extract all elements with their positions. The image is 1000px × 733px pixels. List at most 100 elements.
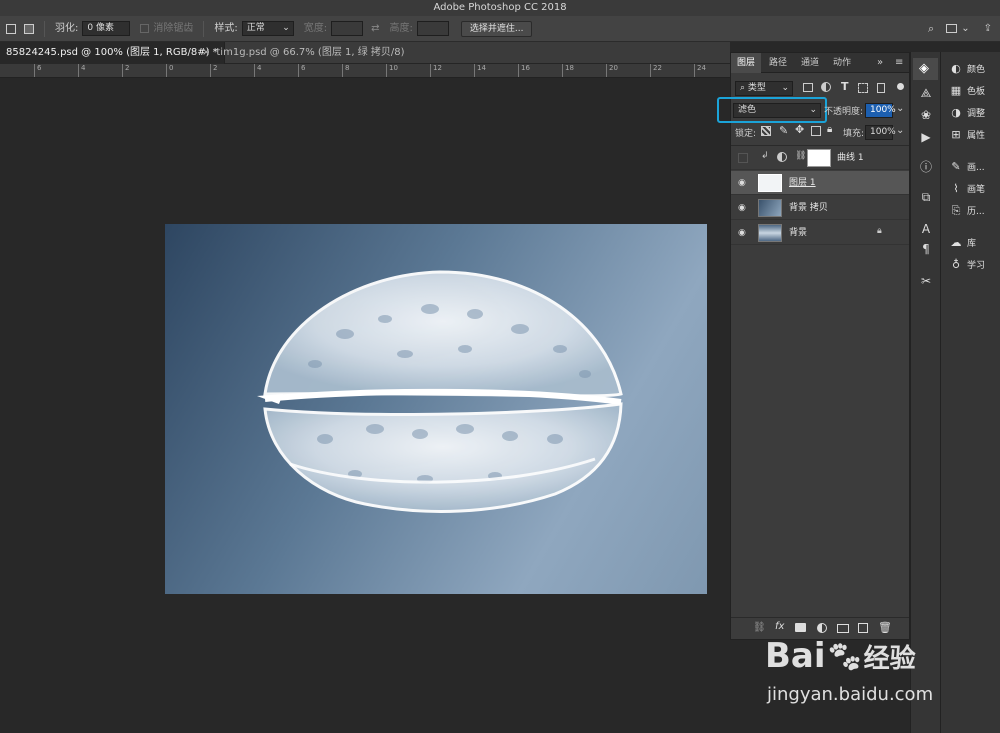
chevron-down-icon[interactable]: ⌄ [961,23,969,34]
layers-panel-toggle[interactable]: ◈ [913,58,938,80]
ruler-tick: 2 [210,64,217,77]
search-icon[interactable]: ⌕ [928,22,934,36]
lightbulb-icon: ♁ [951,258,961,271]
info-icon[interactable]: ⓘ [919,160,933,174]
tool-presets-icon[interactable]: ✂ [919,274,933,288]
blend-mode-value: 滤色 [738,105,757,115]
expand-icon[interactable]: » [877,53,883,73]
new-selection-icon[interactable] [6,23,16,34]
play-icon[interactable]: ▶ [919,130,933,144]
tab-paths[interactable]: 路径 [763,53,793,73]
watermark-brand-text: Bai [765,636,826,676]
chevron-down-icon: ⌄ [282,23,290,33]
paths-icon[interactable]: ⟁ [919,86,933,100]
lock-label: 锁定: [735,129,757,139]
layers-icon: ◈ [919,61,929,76]
width-input[interactable] [331,21,364,36]
tab-channels[interactable]: 通道 [795,53,825,73]
panel-menu-icon[interactable]: ≡ [895,53,903,73]
options-bar: 羽化: 0 像素 消除锯齿 样式: 正常 ⌄ 宽度: ⇄ 高度: 选择并遮住...… [0,16,1000,42]
visibility-toggle[interactable] [738,153,748,163]
tab-layers[interactable]: 图层 [731,53,762,73]
tab-actions[interactable]: 动作 [827,53,857,73]
baidu-watermark: Bai🐾︎经验 jingyan.baidu.com [765,620,965,720]
ruler-tick: 24 [694,64,706,77]
divider [203,20,205,37]
pixel-filter-icon[interactable] [803,83,813,92]
opacity-input[interactable]: 100% [865,103,896,118]
filter-toggle-icon[interactable] [897,83,904,90]
history-panel-item[interactable]: ⎘ 历... [941,200,1000,222]
ruler-tick: 6 [298,64,305,77]
tab-document-2[interactable]: × tim1g.psd @ 66.7% (图层 1, 绿 拷贝/8) [196,42,411,64]
link-layers-icon[interactable]: ⛓ [753,622,766,633]
adjustments-panel-item[interactable]: ◑ 调整 [941,102,1000,124]
ruler-tick: 4 [254,64,261,77]
swap-icon[interactable]: ⇄ [371,23,379,34]
clip-icon: ↲ [761,151,769,161]
eye-icon[interactable]: ◉ [738,178,749,188]
lock-artboard-icon[interactable] [811,126,821,136]
smart-object-filter-icon[interactable] [877,83,885,93]
swatches-panel-item[interactable]: ▦ 色板 [941,80,1000,102]
brush-settings-panel-item[interactable]: ✎ 画... [941,156,1000,178]
layer-name: 背景 拷贝 [789,203,828,213]
close-icon[interactable]: × [202,47,210,58]
watermark-url: jingyan.baidu.com [767,684,934,705]
panel-item-label: 调整 [967,109,986,119]
brush-settings-icon: ✎ [951,160,961,173]
chevron-down-icon: ⌄ [809,105,817,115]
adjustment-filter-icon[interactable] [821,82,831,92]
divider [44,20,45,37]
clone-source-icon[interactable]: ⧉ [919,190,933,204]
style-select[interactable]: 正常 ⌄ [241,21,294,36]
learn-panel-item[interactable]: ♁ 学习 [941,254,1000,276]
eye-icon[interactable]: ◉ [738,203,749,213]
feather-input[interactable]: 0 像素 [82,21,131,36]
height-input[interactable] [416,21,449,36]
lock-icon: 🔒︎ [877,226,882,236]
layer-thumbnail [758,199,782,217]
watermark-brand: Bai🐾︎经验 [765,636,916,676]
libraries-panel-item[interactable]: ☁ 库 [941,232,1000,254]
layer-row-background-copy[interactable]: ◉ 背景 拷贝 [731,196,909,220]
document-canvas[interactable] [165,224,707,594]
layer-row-layer1[interactable]: ◉ 图层 1 [731,171,909,195]
tab-document-active[interactable]: 85824245.psd @ 100% (图层 1, RGB/8#) * [0,42,225,64]
link-icon: ⛓ [795,151,807,161]
antialias-checkbox[interactable] [140,24,150,33]
horizontal-ruler: 6420246810121416182022242628 [0,64,730,78]
layers-panel: 图层 路径 通道 动作 » ≡ ⌕ 类型 ⌄ T 滤色 ⌄ 不透明度: 100% ⌄… [717,52,910,640]
layer-row-background[interactable]: ◉ 背景 🔒︎ [731,221,909,245]
type-filter-icon[interactable]: T [841,80,849,93]
layer-filter-select[interactable]: ⌕ 类型 ⌄ [735,81,793,96]
color-panel-item[interactable]: ◐ 颜色 [941,58,1000,80]
select-and-mask-button[interactable]: 选择并遮住... [460,20,533,37]
chevron-down-icon[interactable]: ⌄ [896,103,904,114]
lock-brush-icon[interactable]: ✎ [779,124,788,137]
panel-item-label: 库 [967,239,977,249]
fill-input[interactable]: 100% [865,125,896,140]
app-title: Adobe Photoshop CC 2018 [433,2,567,13]
character-icon[interactable]: A [919,222,933,236]
ruler-tick: 12 [430,64,442,77]
tab-label: 85824245.psd @ 100% (图层 1, RGB/8#) * [6,47,218,58]
brushes-panel-item[interactable]: ⌇ 画笔 [941,178,1000,200]
paragraph-icon[interactable]: ¶ [919,242,933,256]
blend-mode-select[interactable]: 滤色 ⌄ [733,103,821,118]
style-value: 正常 [246,23,265,33]
workspace-icon[interactable] [946,24,958,33]
eye-icon[interactable]: ◉ [738,228,749,238]
properties-panel-item[interactable]: ⊞ 属性 [941,124,1000,146]
chevron-down-icon[interactable]: ⌄ [896,125,904,136]
height-label: 高度: [389,22,413,34]
lock-all-icon[interactable]: 🔒︎ [827,124,832,135]
lock-move-icon[interactable]: ✥ [795,123,804,136]
shape-filter-icon[interactable] [858,83,868,93]
fill-label: 填充: [843,129,865,139]
add-selection-icon[interactable] [24,23,34,34]
channels-icon[interactable]: ❀ [919,108,933,122]
lock-transparent-icon[interactable] [761,126,771,136]
layer-row-curves[interactable]: ↲ ⛓ 曲线 1 [731,146,909,170]
share-icon[interactable]: ⇪ [984,23,992,34]
